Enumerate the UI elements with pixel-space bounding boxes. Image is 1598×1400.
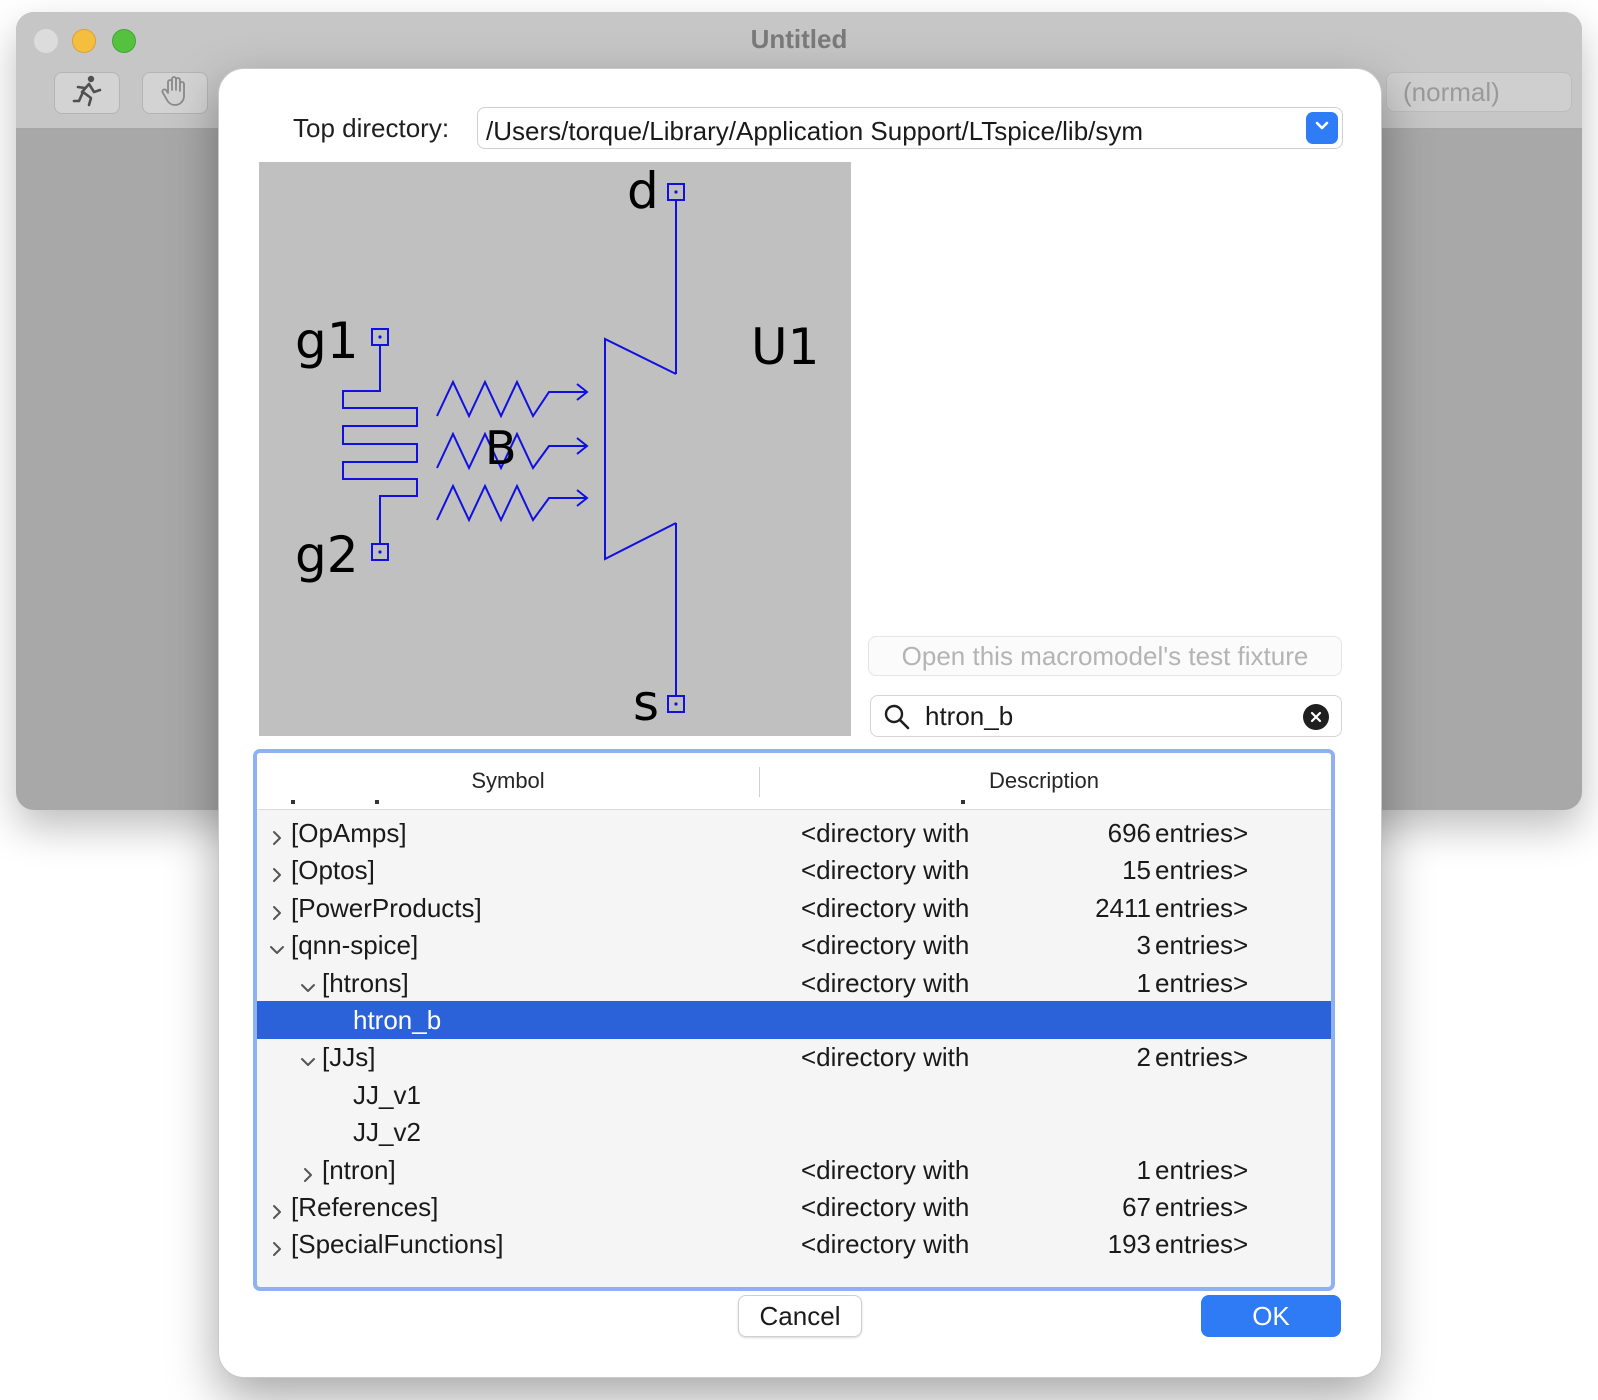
row-description-prefix: <directory with bbox=[801, 1154, 970, 1185]
symbol-table[interactable]: Symbol Description [OpAmps] <directory wi… bbox=[253, 749, 1335, 1291]
table-row[interactable]: [qnn-spice] <directory with 3 entries> bbox=[257, 926, 1331, 964]
row-entry-count: 2 bbox=[1136, 1042, 1151, 1073]
row-description-suffix: entries> bbox=[1155, 967, 1249, 998]
table-row[interactable]: [References] <directory with 67 entries> bbox=[257, 1188, 1331, 1226]
cancel-button[interactable]: Cancel bbox=[738, 1295, 862, 1337]
row-description-prefix: <directory with bbox=[801, 892, 970, 923]
disclosure-chevron-right-icon[interactable] bbox=[268, 1197, 286, 1219]
row-description-prefix: <directory with bbox=[801, 1229, 970, 1260]
row-symbol-name: JJ_v2 bbox=[353, 1117, 421, 1148]
row-entry-count: 3 bbox=[1136, 930, 1151, 961]
table-row[interactable]: JJ_v2 bbox=[257, 1113, 1331, 1151]
top-directory-combo[interactable]: /Users/torque/Library/Application Suppor… bbox=[477, 107, 1343, 149]
table-row[interactable]: [ntron] <directory with 1 entries> bbox=[257, 1151, 1331, 1189]
row-entry-count: 67 bbox=[1122, 1192, 1151, 1222]
row-description-prefix: <directory with bbox=[801, 1192, 970, 1222]
disclosure-chevron-right-icon[interactable] bbox=[299, 1160, 317, 1182]
disclosure-chevron-right-icon[interactable] bbox=[268, 823, 286, 845]
clipped-row-remnant bbox=[277, 800, 1331, 814]
symbol-preview: d s g1 g2 U1 B bbox=[259, 162, 851, 736]
table-body[interactable]: [OpAmps] <directory with 696 entries> [Optos… bbox=[257, 800, 1331, 1287]
symbol-picker-dialog: Top directory: /Users/torque/Library/App… bbox=[218, 68, 1382, 1378]
row-symbol-name: [JJs] bbox=[322, 1042, 376, 1073]
row-symbol-name: [References] bbox=[291, 1192, 439, 1222]
row-symbol-name: [Optos] bbox=[291, 855, 375, 886]
running-man-icon bbox=[69, 74, 105, 113]
table-row[interactable]: [Optos] <directory with 15 entries> bbox=[257, 851, 1331, 889]
table-row[interactable]: JJ_v1 bbox=[257, 1076, 1331, 1114]
run-button[interactable] bbox=[54, 72, 120, 114]
field-label-b: B bbox=[485, 421, 517, 475]
open-test-fixture-button[interactable]: Open this macromodel's test fixture bbox=[868, 636, 1342, 676]
row-description-suffix: entries> bbox=[1155, 930, 1249, 961]
row-entry-count: 2411 bbox=[1095, 892, 1151, 923]
search-input[interactable] bbox=[925, 698, 1285, 734]
hand-icon bbox=[160, 75, 190, 112]
row-symbol-name: JJ_v1 bbox=[353, 1079, 421, 1110]
row-symbol-name: [qnn-spice] bbox=[291, 930, 419, 961]
row-entry-count: 193 bbox=[1107, 1229, 1151, 1260]
column-divider[interactable] bbox=[759, 767, 760, 797]
mode-selector[interactable]: (normal) bbox=[1386, 72, 1572, 112]
row-symbol-name: [SpecialFunctions] bbox=[291, 1229, 504, 1260]
table-row[interactable]: [OpAmps] <directory with 696 entries> bbox=[257, 814, 1331, 852]
row-entry-count: 1 bbox=[1136, 967, 1151, 998]
disclosure-chevron-down-icon[interactable] bbox=[299, 1047, 317, 1067]
pin-label-g1: g1 bbox=[295, 312, 359, 370]
row-symbol-name: [ntron] bbox=[322, 1154, 396, 1185]
top-directory-value: /Users/torque/Library/Application Suppor… bbox=[486, 116, 1144, 146]
row-description-suffix: entries> bbox=[1155, 1192, 1249, 1222]
row-symbol-name: [htrons] bbox=[322, 967, 409, 998]
row-description-prefix: <directory with bbox=[801, 967, 970, 998]
pin-label-g2: g2 bbox=[295, 526, 359, 584]
table-row[interactable]: [JJs] <directory with 2 entries> bbox=[257, 1038, 1331, 1076]
clear-search-icon[interactable] bbox=[1303, 704, 1329, 730]
chevron-down-icon bbox=[1314, 119, 1330, 137]
search-icon bbox=[883, 703, 911, 736]
search-field[interactable] bbox=[870, 695, 1342, 737]
htron-symbol-drawing: d s g1 g2 U1 B bbox=[295, 162, 819, 732]
pin-label-d: d bbox=[627, 162, 659, 220]
table-row[interactable]: [htrons] <directory with 1 entries> bbox=[257, 964, 1331, 1002]
table-row[interactable]: [SpecialFunctions] <directory with 193 entr… bbox=[257, 1225, 1331, 1263]
table-row[interactable]: [PowerProducts] <directory with 2411 entrie… bbox=[257, 889, 1331, 927]
instance-name-label: U1 bbox=[751, 318, 819, 376]
row-description-suffix: entries> bbox=[1155, 855, 1249, 886]
row-entry-count: 696 bbox=[1107, 818, 1151, 848]
row-symbol-name: [PowerProducts] bbox=[291, 892, 482, 923]
disclosure-chevron-down-icon[interactable] bbox=[299, 973, 317, 992]
row-symbol-name: htron_b bbox=[353, 1005, 442, 1035]
row-description-prefix: <directory with bbox=[801, 855, 970, 886]
disclosure-chevron-right-icon[interactable] bbox=[268, 898, 286, 920]
row-description-suffix: entries> bbox=[1155, 818, 1249, 848]
halt-button[interactable] bbox=[142, 72, 208, 114]
top-directory-label: Top directory: bbox=[293, 113, 450, 143]
disclosure-chevron-right-icon[interactable] bbox=[268, 860, 286, 883]
row-description-prefix: <directory with bbox=[801, 818, 970, 848]
row-description-suffix: entries> bbox=[1155, 892, 1249, 923]
window-title: Untitled bbox=[750, 24, 848, 54]
row-description-suffix: entries> bbox=[1155, 1229, 1249, 1260]
row-symbol-name: [OpAmps] bbox=[291, 818, 407, 848]
disclosure-chevron-right-icon[interactable] bbox=[268, 1234, 286, 1257]
row-entry-count: 15 bbox=[1122, 855, 1151, 886]
row-description-prefix: <directory with bbox=[801, 930, 970, 961]
top-directory-dropdown-button[interactable] bbox=[1306, 112, 1338, 144]
row-description-suffix: entries> bbox=[1155, 1154, 1249, 1185]
pin-label-s: s bbox=[633, 674, 659, 732]
disclosure-chevron-down-icon[interactable] bbox=[268, 935, 286, 955]
row-description-prefix: <directory with bbox=[801, 1042, 970, 1073]
table-row-selected[interactable]: htron_b bbox=[257, 1001, 1331, 1039]
row-description-suffix: entries> bbox=[1155, 1042, 1249, 1073]
row-entry-count: 1 bbox=[1136, 1154, 1151, 1185]
ok-button[interactable]: OK bbox=[1201, 1295, 1341, 1337]
